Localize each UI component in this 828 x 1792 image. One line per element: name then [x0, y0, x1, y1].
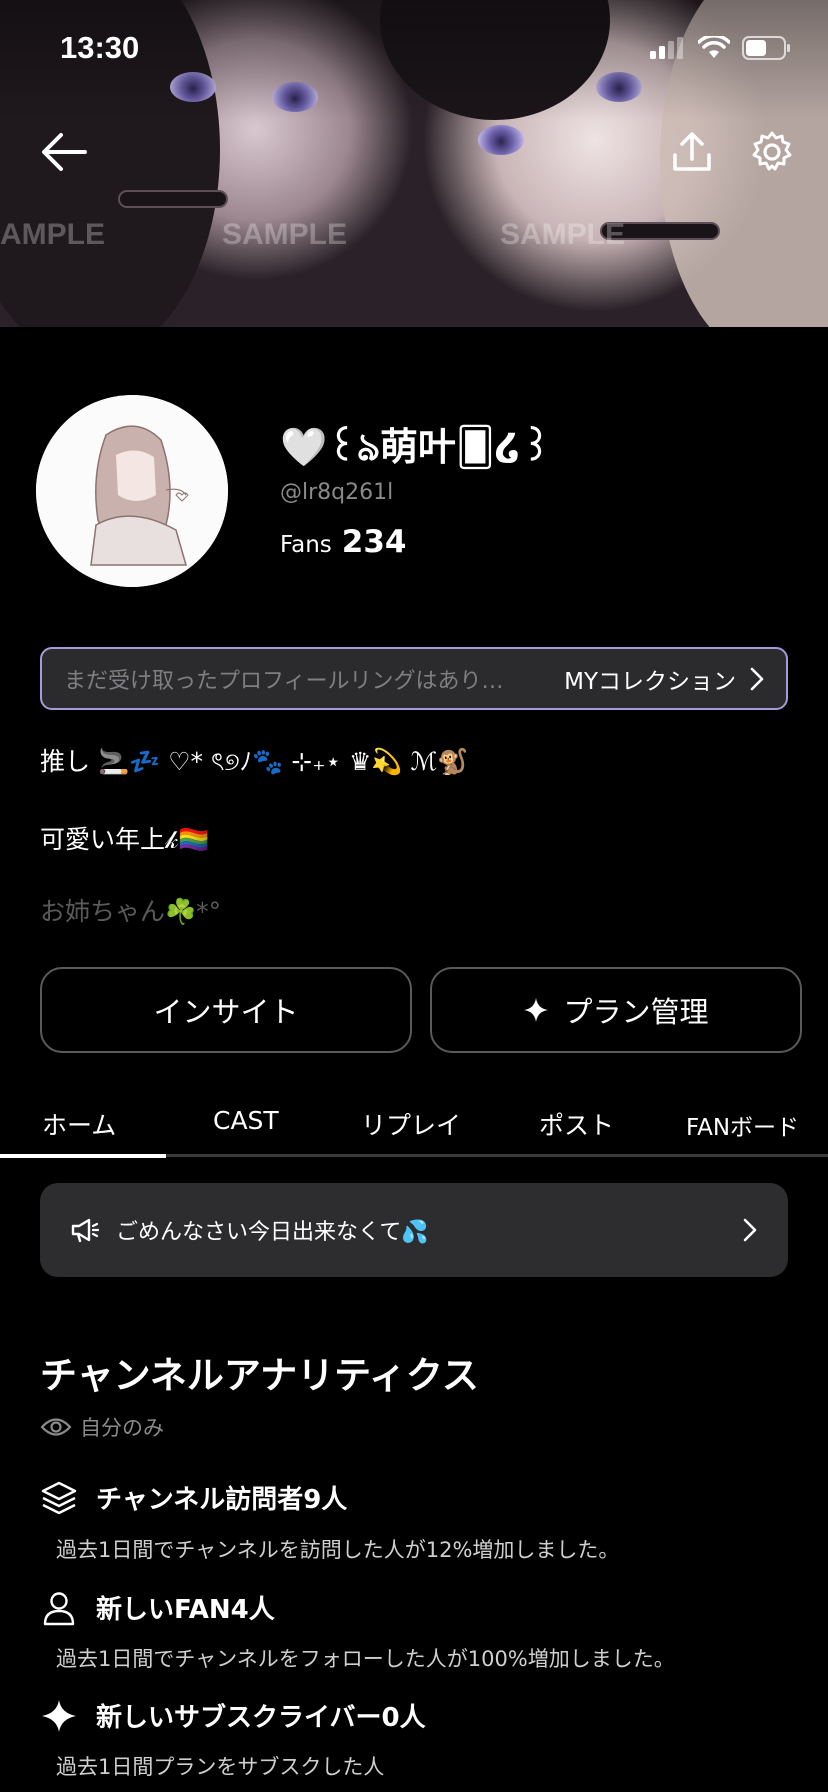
visibility-label: 自分のみ — [80, 1416, 164, 1440]
profile-ring-placeholder: まだ受け取ったプロフィールリングはあり… — [64, 668, 504, 694]
chevron-right-icon — [743, 1218, 757, 1242]
status-icons — [650, 36, 792, 60]
stat-new-fans: 新しいFAN4人 — [40, 1589, 275, 1626]
chevron-right-icon — [750, 667, 764, 690]
my-collection-label: MYコレクション — [564, 668, 736, 695]
upload-icon — [673, 132, 711, 171]
bio-line: 推し 🚬💤 ♡* ৎ୭ﾉ🐾 ⊹₊⋆ ♛💫 ℳ🐒 — [40, 747, 469, 776]
layers-icon — [41, 1481, 77, 1514]
channel-tabs: ホーム CAST リプレイ ポスト FANボード — [0, 1096, 828, 1158]
analytics-title: チャンネルアナリティクス — [40, 1354, 479, 1397]
gear-icon — [752, 131, 792, 171]
stat-visitors: チャンネル訪問者9人 — [40, 1479, 347, 1516]
fans-label: Fans — [280, 532, 332, 558]
stat-description: 過去1日間でチャンネルをフォローした人が100%増加しました。 — [56, 1647, 675, 1671]
insight-label: インサイト — [153, 995, 299, 1029]
plan-management-label: プラン管理 — [563, 995, 709, 1029]
tab-home[interactable]: ホーム — [42, 1106, 116, 1142]
profile-ring-bar[interactable]: まだ受け取ったプロフィールリングはあり… MYコレクション — [40, 647, 788, 710]
tab-post[interactable]: ポスト — [539, 1106, 614, 1142]
tab-cast[interactable]: CAST — [213, 1106, 279, 1135]
stat-title: チャンネル訪問者9人 — [96, 1485, 348, 1515]
stat-description: 過去1日間プランをサブスクした人 — [56, 1755, 385, 1779]
settings-button[interactable] — [742, 122, 802, 182]
announcement-banner[interactable]: ごめんなさい今日出来なくて💦 — [40, 1183, 788, 1277]
status-time: 13:30 — [60, 30, 140, 65]
eye-icon — [40, 1418, 72, 1436]
bio-line: 可愛い年上𝓀🏳️‍🌈 — [40, 825, 210, 854]
stat-description: 過去1日間でチャンネルを訪問した人が12%増加しました。 — [56, 1538, 620, 1562]
tab-active-indicator — [0, 1154, 166, 1158]
person-icon — [43, 1591, 75, 1625]
bio-line-faded: お姉ちゃん☘️*° — [40, 897, 222, 926]
avatar[interactable] — [36, 395, 228, 587]
watermark: SAMPLE — [0, 218, 106, 251]
back-button[interactable] — [34, 122, 94, 182]
signal-icon — [650, 37, 683, 59]
my-collection-link[interactable]: MYコレクション — [564, 662, 764, 696]
wifi-icon — [698, 36, 730, 58]
watermark: SAMPLE — [222, 218, 348, 251]
share-button[interactable] — [662, 122, 722, 182]
megaphone-icon — [71, 1218, 100, 1243]
sparkle-icon — [42, 1699, 76, 1732]
sparkle-icon — [524, 998, 549, 1022]
avatar-illustration — [36, 395, 228, 587]
arrow-left-icon — [42, 133, 87, 171]
tab-fan-board[interactable]: FANボード — [686, 1108, 799, 1142]
fans-count-row[interactable]: Fans 234 — [280, 524, 407, 560]
insight-button[interactable]: インサイト — [40, 967, 412, 1053]
stat-title: 新しいFAN4人 — [96, 1595, 275, 1625]
battery-icon — [742, 36, 790, 60]
stat-title: 新しいサブスクライバー0人 — [96, 1703, 426, 1733]
user-handle: @lr8q261l — [280, 480, 394, 505]
fans-count: 234 — [341, 524, 407, 560]
stat-new-subscribers: 新しいサブスクライバー0人 — [40, 1697, 426, 1734]
visibility-indicator: 自分のみ — [40, 1412, 164, 1442]
announcement-text: ごめんなさい今日出来なくて💦 — [116, 1220, 429, 1245]
watermark: SAMPLE — [500, 218, 626, 251]
plan-management-button[interactable]: プラン管理 — [430, 967, 802, 1053]
tab-replay[interactable]: リプレイ — [361, 1106, 461, 1142]
display-name: 🤍꒰ঌ萌叶🂠໒꒱ — [280, 425, 551, 469]
